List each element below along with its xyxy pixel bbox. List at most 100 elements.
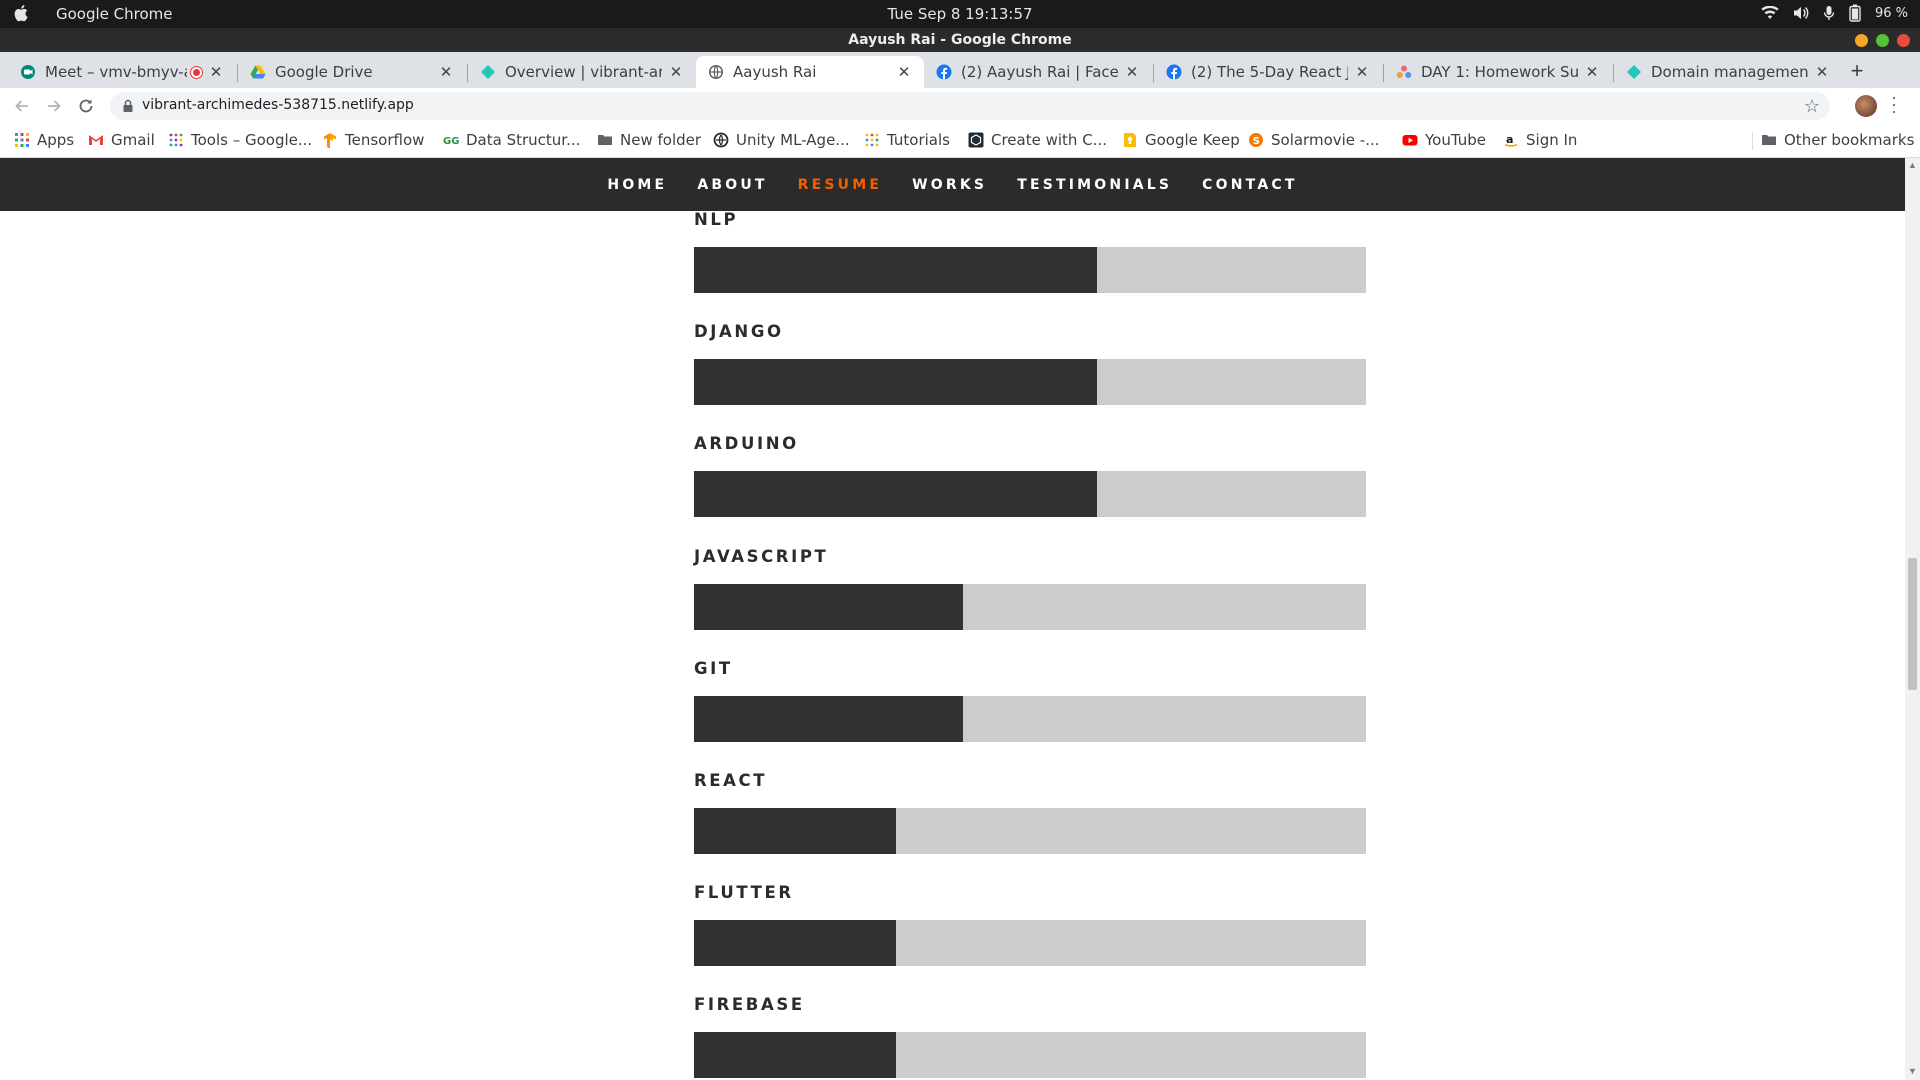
nav-home-link[interactable]: HOME xyxy=(607,177,667,193)
nav-about-link[interactable]: ABOUT xyxy=(697,177,767,193)
close-tab-icon[interactable]: ✕ xyxy=(208,63,224,81)
netlify-icon xyxy=(481,65,495,79)
maximize-button[interactable] xyxy=(1876,34,1889,47)
tab-label: Google Drive xyxy=(275,63,373,81)
skill-name: REACT xyxy=(694,771,768,790)
back-arrow-icon[interactable] xyxy=(12,96,32,116)
skill-name: NLP xyxy=(694,210,739,229)
wifi-icon[interactable] xyxy=(1761,6,1779,20)
bookmark-label: Google Keep xyxy=(1145,131,1240,149)
nav-contact-link[interactable]: CONTACT xyxy=(1202,177,1297,193)
svg-text:S: S xyxy=(1253,136,1260,147)
bookmark-create-with-code[interactable]: Create with C... xyxy=(968,131,1107,149)
tab-aayush-rai[interactable]: Aayush Rai ✕ xyxy=(696,56,924,88)
bookmark-star-icon[interactable]: ☆ xyxy=(1804,96,1820,117)
close-window-button[interactable] xyxy=(1897,34,1910,47)
nav-resume-link[interactable]: RESUME xyxy=(798,177,883,193)
bookmark-sign-in[interactable]: a Sign In xyxy=(1503,131,1577,149)
bookmark-new-folder[interactable]: New folder xyxy=(597,131,701,149)
netlify-icon xyxy=(1627,65,1641,79)
tab-label: (2) Aayush Rai | Faceboo xyxy=(961,63,1118,81)
window-title-bar[interactable]: Aayush Rai - Google Chrome xyxy=(0,28,1920,52)
tensorflow-icon xyxy=(324,133,336,148)
bookmark-label: Tutorials xyxy=(887,131,950,149)
close-tab-icon[interactable]: ✕ xyxy=(1584,63,1600,81)
bookmark-apps[interactable]: Apps xyxy=(14,131,74,149)
scrollbar-thumb[interactable] xyxy=(1908,558,1917,690)
google-drive-icon xyxy=(250,65,266,79)
nav-testimonials-link[interactable]: TESTIMONIALS xyxy=(1017,177,1172,193)
tab-meet[interactable]: Meet – vmv-bmyv-an ✕ xyxy=(8,56,236,88)
skill-progress-bar xyxy=(694,808,1366,854)
bookmark-data-structures[interactable]: GG Data Structur... xyxy=(443,131,580,149)
youtube-icon xyxy=(1402,135,1418,146)
bookmark-solarmovie[interactable]: S Solarmovie -... xyxy=(1248,131,1380,149)
asana-icon xyxy=(1396,65,1412,78)
tab-facebook-profile[interactable]: (2) Aayush Rai | Faceboo ✕ xyxy=(924,56,1152,88)
skill-item: DJANGO xyxy=(694,322,1366,405)
url-text[interactable]: vibrant-archimedes-538715.netlify.app xyxy=(142,97,414,113)
web-page: HOME ABOUT RESUME WORKS TESTIMONIALS CON… xyxy=(0,158,1920,1080)
skill-item: NLP xyxy=(694,210,1366,293)
bookmark-tensorflow[interactable]: Tensorflow xyxy=(322,131,424,149)
close-tab-icon[interactable]: ✕ xyxy=(1354,63,1370,81)
profile-avatar[interactable] xyxy=(1855,95,1877,117)
bookmark-other-bookmarks[interactable]: Other bookmarks xyxy=(1761,131,1914,149)
os-active-app[interactable]: Google Chrome xyxy=(56,5,173,23)
tab-label: Domain management | S xyxy=(1651,63,1808,81)
bookmark-label: New folder xyxy=(620,131,702,149)
apple-icon[interactable] xyxy=(14,4,30,22)
bookmark-label: Apps xyxy=(37,131,75,149)
close-tab-icon[interactable]: ✕ xyxy=(438,63,454,81)
scroll-down-arrow-icon[interactable]: ▼ xyxy=(1908,1066,1917,1076)
skill-item: GIT xyxy=(694,659,1366,742)
skill-progress-bar xyxy=(694,247,1366,293)
battery-icon[interactable] xyxy=(1849,4,1861,22)
lock-icon[interactable] xyxy=(122,99,134,113)
tab-google-drive[interactable]: Google Drive ✕ xyxy=(238,56,466,88)
forward-arrow-icon[interactable] xyxy=(44,96,64,116)
amazon-icon: a xyxy=(1504,133,1518,147)
apps-grid-icon xyxy=(15,133,29,147)
skill-name: FLUTTER xyxy=(694,883,794,902)
bookmark-unity-ml-agents[interactable]: Unity ML-Age... xyxy=(713,131,850,149)
tab-homework-submission[interactable]: DAY 1: Homework Subm ✕ xyxy=(1384,56,1612,88)
chrome-menu-icon[interactable]: · · · xyxy=(1890,88,1898,120)
skill-progress-bar xyxy=(694,920,1366,966)
os-clock[interactable]: Tue Sep 8 19:13:57 xyxy=(0,5,1920,23)
bookmark-google-keep[interactable]: Google Keep xyxy=(1122,131,1240,149)
bookmark-label: Tensorflow xyxy=(345,131,425,149)
skill-progress-fill xyxy=(694,584,963,630)
battery-percent: 96 % xyxy=(1874,5,1908,21)
tab-domain-management[interactable]: Domain management | S ✕ xyxy=(1614,56,1842,88)
new-tab-button[interactable]: + xyxy=(1845,58,1869,84)
bookmark-gmail[interactable]: Gmail xyxy=(88,131,155,149)
nav-works-link[interactable]: WORKS xyxy=(912,177,987,193)
close-tab-icon[interactable]: ✕ xyxy=(896,63,912,81)
skill-progress-fill xyxy=(694,1032,896,1078)
facebook-icon xyxy=(1166,64,1182,80)
bookmark-label: Gmail xyxy=(111,131,155,149)
close-tab-icon[interactable]: ✕ xyxy=(1814,63,1830,81)
keep-icon xyxy=(1124,133,1136,147)
close-tab-icon[interactable]: ✕ xyxy=(1124,63,1140,81)
close-tab-icon[interactable]: ✕ xyxy=(668,63,684,81)
globe-icon xyxy=(708,64,724,80)
tab-netlify-overview[interactable]: Overview | vibrant-archi ✕ xyxy=(468,56,696,88)
scroll-up-arrow-icon[interactable]: ▲ xyxy=(1908,160,1917,170)
page-scrollbar[interactable]: ▲ ▼ xyxy=(1905,158,1920,1080)
mic-icon[interactable] xyxy=(1823,5,1835,21)
volume-icon[interactable] xyxy=(1793,6,1809,20)
tab-facebook-group[interactable]: (2) The 5-Day React Java ✕ xyxy=(1154,56,1382,88)
skill-progress-fill xyxy=(694,471,1098,517)
address-bar[interactable]: vibrant-archimedes-538715.netlify.app ☆ xyxy=(110,92,1830,120)
bookmark-tools-google[interactable]: Tools – Google... xyxy=(168,131,312,149)
bookmark-youtube[interactable]: YouTube xyxy=(1402,131,1486,149)
tab-label: Meet – vmv-bmyv-an xyxy=(45,63,187,81)
bookmarks-bar: Apps Gmail Tools – Google... Tensorflow … xyxy=(0,124,1920,158)
minimize-button[interactable] xyxy=(1855,34,1868,47)
bookmark-tutorials[interactable]: Tutorials xyxy=(864,131,950,149)
folder-icon xyxy=(598,135,612,145)
skill-progress-fill xyxy=(694,247,1098,293)
reload-icon[interactable] xyxy=(76,96,96,116)
